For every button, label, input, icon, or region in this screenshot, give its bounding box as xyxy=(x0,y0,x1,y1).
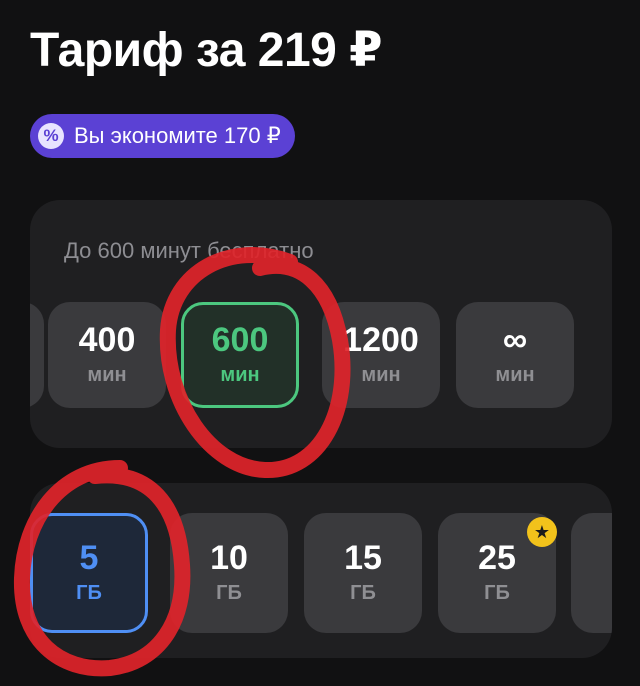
data-option-5[interactable]: 5 ГБ xyxy=(30,513,148,633)
minutes-option-partial[interactable] xyxy=(30,302,44,408)
page-title: Тариф за 219 ₽ xyxy=(30,24,383,77)
option-value: 25 xyxy=(478,539,516,577)
percent-icon: % xyxy=(38,123,64,149)
option-unit: мин xyxy=(220,364,260,386)
minutes-panel: До 600 минут бесплатно 400 мин 600 мин 1… xyxy=(30,200,612,448)
savings-text: Вы экономите 170 ₽ xyxy=(74,123,281,148)
option-value: 15 xyxy=(344,539,382,577)
option-unit: мин xyxy=(495,364,535,386)
data-option-10[interactable]: 10 ГБ xyxy=(170,513,288,633)
tariff-screen: Тариф за 219 ₽ % Вы экономите 170 ₽ До 6… xyxy=(0,0,640,686)
minutes-label: До 600 минут бесплатно xyxy=(64,238,314,263)
star-icon: ★ xyxy=(527,517,557,547)
option-value: 1200 xyxy=(343,321,419,359)
data-panel: 5 ГБ 10 ГБ 15 ГБ 25 ГБ ★ xyxy=(30,483,612,658)
option-value: 600 xyxy=(211,321,269,359)
minutes-option-1200[interactable]: 1200 мин xyxy=(322,302,440,408)
option-unit: ГБ xyxy=(76,582,102,604)
option-unit: ГБ xyxy=(484,582,510,604)
option-value: 10 xyxy=(210,539,248,577)
option-unit: ГБ xyxy=(350,582,376,604)
option-value: 5 xyxy=(79,539,99,577)
minutes-option-unlimited[interactable]: ∞ мин xyxy=(456,302,574,408)
data-option-partial[interactable] xyxy=(571,513,612,633)
option-value: 400 xyxy=(78,321,136,359)
data-option-15[interactable]: 15 ГБ xyxy=(304,513,422,633)
minutes-option-400[interactable]: 400 мин xyxy=(48,302,166,408)
infinity-icon: ∞ xyxy=(502,321,528,359)
savings-badge: % Вы экономите 170 ₽ xyxy=(30,114,295,158)
minutes-option-600[interactable]: 600 мин xyxy=(181,302,299,408)
option-unit: мин xyxy=(361,364,401,386)
option-unit: мин xyxy=(87,364,127,386)
option-unit: ГБ xyxy=(216,582,242,604)
